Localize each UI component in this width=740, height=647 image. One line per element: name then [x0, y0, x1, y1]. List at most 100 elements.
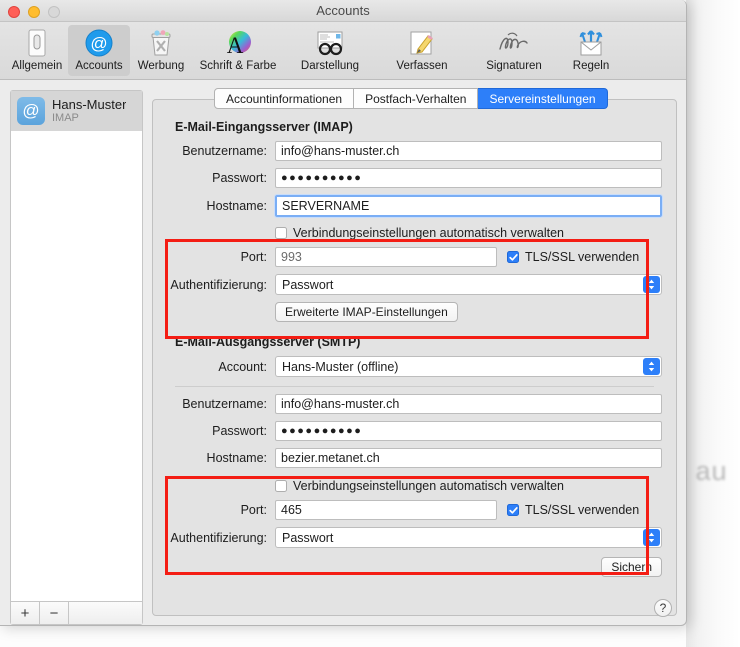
svg-text:@: @	[90, 34, 107, 53]
tab-postfach-verhalten[interactable]: Postfach-Verhalten	[354, 88, 478, 109]
incoming-username-row: Benutzername: info@hans-muster.ch	[167, 141, 662, 161]
incoming-username-input[interactable]: info@hans-muster.ch	[275, 141, 662, 161]
toolbar-item-signaturen[interactable]: Signaturen	[468, 25, 560, 76]
outgoing-hostname-row: Hostname: bezier.metanet.ch	[167, 448, 662, 468]
accounts-sidebar: @ Hans-Muster IMAP + −	[10, 90, 143, 625]
outgoing-auth-row: Authentifizierung: Passwort	[167, 527, 662, 548]
toolbar-label: Darstellung	[301, 60, 359, 72]
incoming-password-label: Passwort:	[167, 171, 275, 185]
incoming-auto-row: Verbindungseinstellungen automatisch ver…	[167, 226, 662, 240]
tab-servereinstellungen[interactable]: Servereinstellungen	[478, 88, 607, 109]
rules-envelope-icon	[577, 28, 605, 58]
incoming-tls-checkbox[interactable]	[507, 251, 519, 263]
sidebar-footer: + −	[11, 601, 142, 624]
at-sign-icon: @	[17, 97, 45, 125]
incoming-password-row: Passwort: ●●●●●●●●●●	[167, 168, 662, 188]
outgoing-account-value: Hans-Muster (offline)	[282, 360, 398, 374]
outgoing-password-row: Passwort: ●●●●●●●●●●	[167, 421, 662, 441]
account-name: Hans-Muster	[52, 98, 126, 113]
outgoing-port-label: Port:	[167, 503, 275, 517]
account-type: IMAP	[52, 112, 126, 124]
accounts-preferences-window: Accounts Allgemein @	[0, 0, 687, 626]
outgoing-auth-select[interactable]: Passwort	[275, 527, 662, 548]
toolbar-label: Allgemein	[12, 60, 63, 72]
outgoing-account-select[interactable]: Hans-Muster (offline)	[275, 356, 662, 377]
window-titlebar: Accounts	[0, 0, 686, 22]
preferences-toolbar: Allgemein @ Accounts	[0, 22, 686, 80]
outgoing-password-input[interactable]: ●●●●●●●●●●	[275, 421, 662, 441]
svg-text:A: A	[227, 33, 244, 57]
list-item[interactable]: @ Hans-Muster IMAP	[11, 91, 142, 131]
settings-content: E-Mail-Eingangsserver (IMAP) Benutzernam…	[153, 100, 676, 615]
viewing-glasses-icon	[314, 28, 346, 58]
signature-icon	[497, 28, 531, 58]
outgoing-auth-label: Authentifizierung:	[167, 531, 275, 545]
save-row: Sichern	[167, 557, 662, 577]
general-icon	[24, 28, 50, 58]
outgoing-account-label: Account:	[167, 360, 275, 374]
outgoing-tls-checkbox[interactable]	[507, 504, 519, 516]
outgoing-tls-group: TLS/SSL verwenden	[507, 503, 639, 517]
outgoing-auto-label: Verbindungseinstellungen automatisch ver…	[293, 479, 564, 493]
outgoing-hostname-input[interactable]: bezier.metanet.ch	[275, 448, 662, 468]
toolbar-item-allgemein[interactable]: Allgemein	[6, 25, 68, 76]
preferences-body: @ Hans-Muster IMAP + − Accountinformatio…	[0, 80, 686, 625]
outgoing-section-title: E-Mail-Ausgangsserver (SMTP)	[175, 335, 662, 349]
toolbar-item-schrift-farbe[interactable]: A Schrift & Farbe	[192, 25, 284, 76]
toolbar-label: Accounts	[75, 60, 122, 72]
settings-pane: Accountinformationen Postfach-Verhalten …	[152, 90, 677, 625]
incoming-auth-select[interactable]: Passwort	[275, 274, 662, 295]
toolbar-label: Werbung	[138, 60, 184, 72]
outgoing-username-row: Benutzername: info@hans-muster.ch	[167, 394, 662, 414]
chevron-updown-icon	[643, 276, 660, 293]
outgoing-tls-label: TLS/SSL verwenden	[525, 503, 639, 517]
toolbar-label: Signaturen	[486, 60, 542, 72]
incoming-password-input[interactable]: ●●●●●●●●●●	[275, 168, 662, 188]
advanced-imap-settings-button[interactable]: Erweiterte IMAP-Einstellungen	[275, 302, 458, 322]
window-title: Accounts	[0, 3, 686, 18]
outgoing-auto-row: Verbindungseinstellungen automatisch ver…	[167, 479, 662, 493]
incoming-advanced-row: Erweiterte IMAP-Einstellungen	[167, 302, 662, 322]
outgoing-auto-checkbox[interactable]	[275, 480, 287, 492]
section-divider	[175, 386, 654, 387]
incoming-hostname-input[interactable]: SERVERNAME	[275, 195, 662, 217]
chevron-updown-icon	[643, 358, 660, 375]
incoming-tls-group: TLS/SSL verwenden	[507, 250, 639, 264]
toolbar-label: Verfassen	[396, 60, 447, 72]
outgoing-auth-value: Passwort	[282, 531, 333, 545]
tab-accountinformationen[interactable]: Accountinformationen	[214, 88, 354, 109]
outgoing-hostname-label: Hostname:	[167, 451, 275, 465]
toolbar-label: Regeln	[573, 60, 609, 72]
incoming-auth-label: Authentifizierung:	[167, 278, 275, 292]
at-sign-icon: @	[85, 28, 113, 58]
incoming-auto-label: Verbindungseinstellungen automatisch ver…	[293, 226, 564, 240]
toolbar-label: Schrift & Farbe	[200, 60, 277, 72]
toolbar-item-regeln[interactable]: Regeln	[560, 25, 622, 76]
toolbar-item-werbung[interactable]: Werbung	[130, 25, 192, 76]
desktop-background	[686, 0, 740, 647]
chevron-updown-icon	[643, 529, 660, 546]
remove-account-button[interactable]: −	[40, 602, 69, 624]
outgoing-username-input[interactable]: info@hans-muster.ch	[275, 394, 662, 414]
outgoing-port-input[interactable]: 465	[275, 500, 497, 520]
toolbar-item-darstellung[interactable]: Darstellung	[284, 25, 376, 76]
toolbar-item-accounts[interactable]: @ Accounts	[68, 25, 130, 76]
add-account-button[interactable]: +	[11, 602, 40, 624]
incoming-port-input[interactable]: 993	[275, 247, 497, 267]
incoming-username-label: Benutzername:	[167, 144, 275, 158]
incoming-tls-label: TLS/SSL verwenden	[525, 250, 639, 264]
save-button[interactable]: Sichern	[601, 557, 662, 577]
compose-pencil-icon	[408, 28, 436, 58]
help-button[interactable]: ?	[654, 599, 672, 617]
settings-box: E-Mail-Eingangsserver (IMAP) Benutzernam…	[152, 99, 677, 616]
incoming-hostname-label: Hostname:	[167, 199, 275, 213]
incoming-auto-checkbox[interactable]	[275, 227, 287, 239]
junk-trash-icon	[148, 28, 174, 58]
incoming-section-title: E-Mail-Eingangsserver (IMAP)	[175, 120, 662, 134]
toolbar-item-verfassen[interactable]: Verfassen	[376, 25, 468, 76]
outgoing-port-row: Port: 465 TLS/SSL verwenden	[167, 500, 662, 520]
outgoing-username-label: Benutzername:	[167, 397, 275, 411]
outgoing-account-row: Account: Hans-Muster (offline)	[167, 356, 662, 377]
incoming-port-row: Port: 993 TLS/SSL verwenden	[167, 247, 662, 267]
outgoing-password-label: Passwort:	[167, 424, 275, 438]
